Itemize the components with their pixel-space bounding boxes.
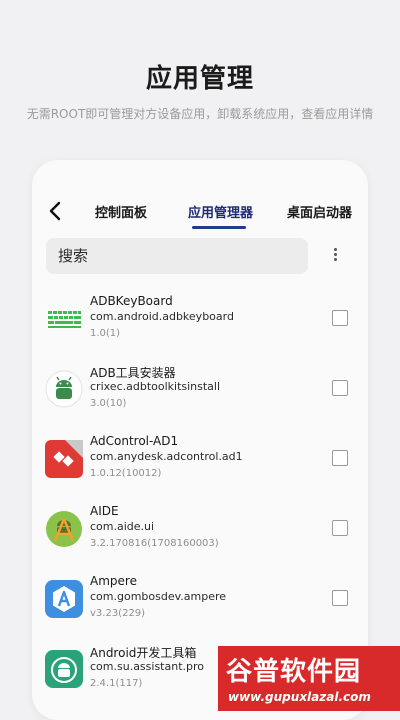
watermark-url: www.gupuxlazal.com xyxy=(228,690,371,704)
app-name: Ampere xyxy=(90,574,137,588)
aide-icon xyxy=(46,511,82,547)
tab-desktop-launcher[interactable]: 桌面启动器 xyxy=(287,202,352,221)
ampere-icon xyxy=(45,580,83,618)
list-item[interactable]: Ampere com.gombosdev.ampere v3.23(229) xyxy=(32,566,368,636)
watermark-logo: 谷普软件园 www.gupuxlazal.com xyxy=(218,646,400,711)
active-tab-indicator xyxy=(192,226,246,229)
app-name: Android开发工具箱 xyxy=(90,646,197,660)
keyboard-icon xyxy=(47,309,81,329)
app-name: AIDE xyxy=(90,504,119,518)
tab-app-manager[interactable]: 应用管理器 xyxy=(188,202,253,221)
app-package: crixec.adbtoolkitsinstall xyxy=(90,380,221,393)
app-package: com.android.adbkeyboard xyxy=(90,310,234,323)
app-version: 2.4.1(117) xyxy=(90,678,143,689)
select-checkbox[interactable] xyxy=(332,590,348,606)
app-version: 3.0(10) xyxy=(90,398,127,409)
app-version: 1.0.12(10012) xyxy=(90,468,162,479)
list-item[interactable]: ADB工具安装器 crixec.adbtoolkitsinstall 3.0(1… xyxy=(32,356,368,426)
app-version: 3.2.170816(1708160003) xyxy=(90,538,219,549)
tab-control-panel[interactable]: 控制面板 xyxy=(95,202,147,221)
search-box xyxy=(46,238,308,274)
app-version: 1.0(1) xyxy=(90,328,121,339)
watermark-title: 谷普软件园 xyxy=(226,657,362,687)
app-package: com.aide.ui xyxy=(90,520,155,533)
app-version: v3.23(229) xyxy=(90,608,146,619)
back-arrow-icon[interactable] xyxy=(46,200,66,222)
android-robot-icon xyxy=(45,370,83,408)
app-name: AdControl-AD1 xyxy=(90,434,179,448)
list-item[interactable]: AdControl-AD1 com.anydesk.adcontrol.ad1 … xyxy=(32,426,368,496)
app-package: com.su.assistant.pro xyxy=(90,660,205,673)
select-checkbox[interactable] xyxy=(332,380,348,396)
select-checkbox[interactable] xyxy=(332,310,348,326)
page-title: 应用管理 xyxy=(145,64,254,94)
select-checkbox[interactable] xyxy=(332,450,348,466)
app-name: ADBKeyBoard xyxy=(90,294,173,308)
app-list: ADBKeyBoard com.android.adbkeyboard 1.0(… xyxy=(32,286,368,706)
app-package: com.anydesk.adcontrol.ad1 xyxy=(90,450,243,463)
app-name: ADB工具安装器 xyxy=(90,366,176,380)
select-checkbox[interactable] xyxy=(332,520,348,536)
list-item[interactable]: AIDE com.aide.ui 3.2.170816(1708160003) xyxy=(32,496,368,566)
android-toolbox-icon xyxy=(45,650,83,688)
more-options-icon[interactable] xyxy=(328,246,342,266)
anydesk-icon xyxy=(45,440,83,478)
page-subtitle: 无需ROOT即可管理对方设备应用，卸载系统应用，查看应用详情 xyxy=(26,107,374,121)
phone-screen: 控制面板 应用管理器 桌面启动器 ADBKeyBoard com.android… xyxy=(32,160,368,720)
list-item[interactable]: ADBKeyBoard com.android.adbkeyboard 1.0(… xyxy=(32,286,368,356)
app-package: com.gombosdev.ampere xyxy=(90,590,227,603)
search-input[interactable] xyxy=(46,238,298,274)
tab-bar: 控制面板 应用管理器 桌面启动器 xyxy=(32,196,368,230)
